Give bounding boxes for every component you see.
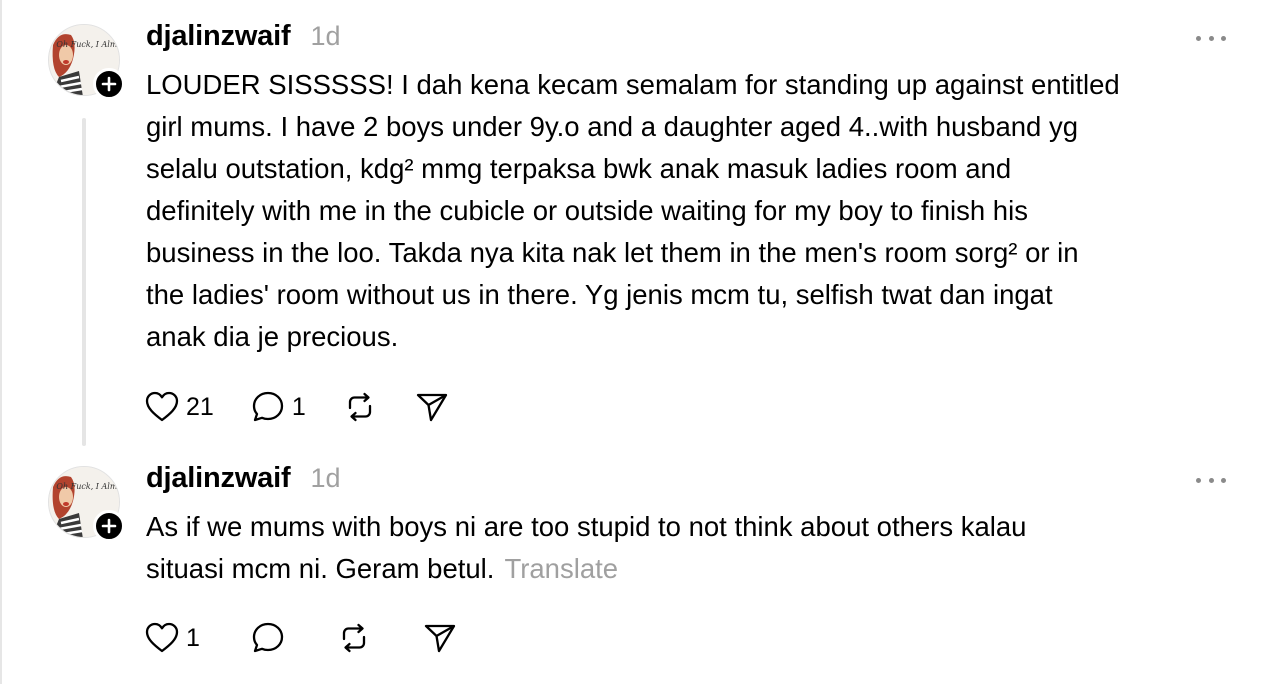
share-button[interactable] xyxy=(414,389,450,425)
reply-count: 1 xyxy=(291,392,306,421)
comment-icon xyxy=(252,391,283,422)
comment-icon xyxy=(252,622,284,653)
avatar-caption: Oh Fuck, I Almost xyxy=(56,40,120,49)
share-icon xyxy=(424,624,456,653)
post-text-line: business in the loo. Takda nya kita nak … xyxy=(146,237,1079,268)
post-text-line: As if we mums with boys ni are too stupi… xyxy=(146,511,1027,542)
post-text-line: girl mums. I have 2 boys under 9y.o and … xyxy=(146,111,1079,142)
post-text-line: anak dia je precious. xyxy=(146,321,399,352)
reply-post: Oh Fuck, I Almost djalinzwaif 1d LOUDER … xyxy=(0,0,1276,452)
post-text-line: LOUDER SISSSSS! I dah kena kecam semalam… xyxy=(146,69,1120,100)
post-text: LOUDER SISSSSS! I dah kena kecam semalam… xyxy=(146,64,1231,358)
repost-icon xyxy=(348,392,371,422)
reply-button[interactable] xyxy=(250,620,286,656)
follow-button[interactable] xyxy=(93,68,125,100)
post-text: As if we mums with boys ni are too stupi… xyxy=(146,506,1231,590)
like-count: 1 xyxy=(186,623,200,652)
avatar-container[interactable]: Oh Fuck, I Almost xyxy=(48,466,125,542)
post-text-line: the ladies' room without us in there. Yg… xyxy=(146,279,1053,310)
heart-icon xyxy=(145,622,179,653)
reply-button[interactable]: 1 xyxy=(250,389,306,425)
reply-post: Oh Fuck, I Almost djalinzwaif 1d As if w… xyxy=(0,452,1276,684)
avatar-container[interactable]: Oh Fuck, I Almost xyxy=(48,24,125,100)
share-button[interactable] xyxy=(422,620,458,656)
action-bar: 1 xyxy=(144,620,494,656)
translate-link[interactable]: Translate xyxy=(504,553,618,584)
repost-icon xyxy=(342,623,366,653)
timestamp[interactable]: 1d xyxy=(310,463,340,494)
post-header: djalinzwaif 1d xyxy=(146,20,340,53)
username[interactable]: djalinzwaif xyxy=(146,462,291,495)
post-text-line: definitely with me in the cubicle or out… xyxy=(146,195,1028,226)
repost-button[interactable] xyxy=(342,389,378,425)
more-icon[interactable] xyxy=(1196,475,1226,485)
username[interactable]: djalinzwaif xyxy=(146,20,291,53)
follow-button[interactable] xyxy=(93,510,125,542)
like-count: 21 xyxy=(186,392,214,421)
post-header: djalinzwaif 1d xyxy=(146,462,340,495)
like-button[interactable]: 21 xyxy=(144,389,214,425)
like-button[interactable]: 1 xyxy=(144,620,200,656)
action-bar: 21 1 xyxy=(144,389,486,425)
post-text-line: selalu outstation, kdg² mmg terpaksa bwk… xyxy=(146,153,1012,184)
heart-icon xyxy=(145,391,179,422)
plus-icon xyxy=(101,518,117,534)
avatar-caption: Oh Fuck, I Almost xyxy=(56,482,120,491)
plus-icon xyxy=(101,76,117,92)
timestamp[interactable]: 1d xyxy=(310,21,340,52)
post-text-line: situasi mcm ni. Geram betul. xyxy=(146,553,495,584)
repost-button[interactable] xyxy=(336,620,372,656)
thread-line xyxy=(82,118,86,446)
more-icon[interactable] xyxy=(1196,33,1226,43)
share-icon xyxy=(416,393,447,422)
